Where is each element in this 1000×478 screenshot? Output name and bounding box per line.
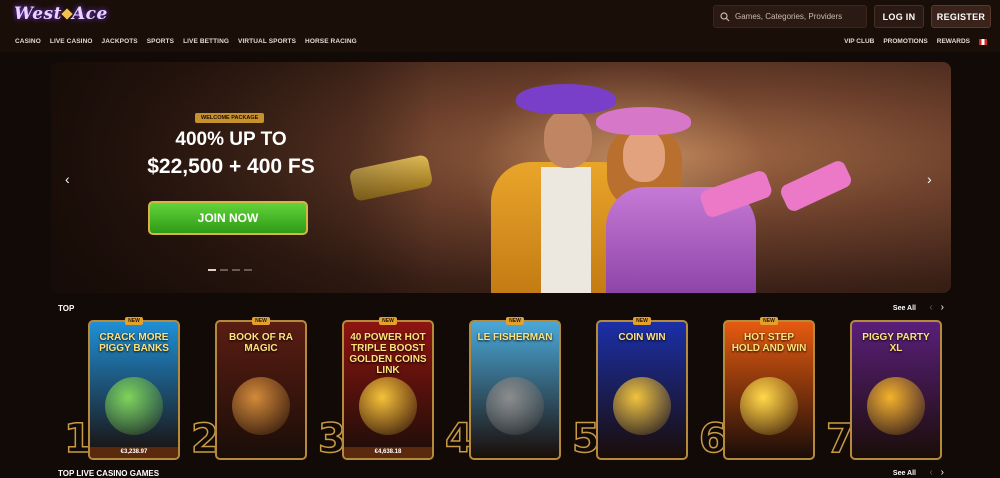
diamond-icon bbox=[61, 8, 73, 20]
chevron-left-icon[interactable]: ‹ bbox=[929, 467, 932, 478]
top-games-row: 1 CRACK MORE PIGGY BANKS €3,238.97 NEW 2 BOOK… bbox=[0, 317, 1000, 464]
nav-live-betting[interactable]: LIVE BETTING bbox=[183, 38, 229, 45]
top-bar: WestAce LOG IN REGISTER CASINO LIVE CASI… bbox=[0, 0, 1000, 52]
carousel-dot[interactable] bbox=[220, 269, 228, 271]
carousel-dot[interactable] bbox=[232, 269, 240, 271]
hero-headline: 400% UP TO bbox=[175, 129, 287, 150]
carousel-dot[interactable] bbox=[208, 269, 216, 271]
game-art bbox=[867, 377, 925, 435]
nav-jackpots[interactable]: JACKPOTS bbox=[102, 38, 138, 45]
welcome-badge: WELCOME PACKAGE bbox=[195, 113, 265, 123]
chevron-left-icon[interactable]: ‹ bbox=[929, 302, 932, 313]
new-badge: NEW bbox=[252, 317, 270, 325]
pink-gun-illustration bbox=[778, 158, 854, 214]
jackpot-amount: €4,638.18 bbox=[344, 447, 432, 458]
chevron-right-icon[interactable]: › bbox=[927, 171, 932, 187]
cowgirl-hat-illustration bbox=[596, 107, 691, 135]
cowboy-hat-illustration bbox=[516, 84, 616, 114]
search-icon bbox=[720, 11, 730, 21]
nav-rewards[interactable]: REWARDS bbox=[937, 38, 970, 45]
secondary-nav: VIP CLUB PROMOTIONS REWARDS bbox=[844, 38, 987, 45]
chevron-right-icon[interactable]: › bbox=[941, 467, 944, 478]
section-title-top: TOP bbox=[58, 304, 75, 313]
new-badge: NEW bbox=[506, 317, 524, 325]
search-input[interactable] bbox=[735, 12, 865, 21]
join-now-button[interactable]: JOIN NOW bbox=[148, 201, 308, 235]
hero-banner[interactable]: WELCOME PACKAGE 400% UP TO $22,500 + 400… bbox=[51, 62, 951, 293]
register-button[interactable]: REGISTER bbox=[931, 5, 991, 28]
game-tile[interactable]: PIGGY PARTY XL bbox=[850, 320, 942, 460]
nav-casino[interactable]: CASINO bbox=[15, 38, 41, 45]
section-pager: ‹ › bbox=[929, 467, 944, 478]
new-badge: NEW bbox=[760, 317, 778, 325]
carousel-dot[interactable] bbox=[244, 269, 252, 271]
site-logo[interactable]: West Ace bbox=[14, 4, 108, 24]
game-title: PIGGY PARTY XL bbox=[862, 332, 930, 354]
game-title: HOT STEP HOLD AND WIN bbox=[731, 332, 807, 354]
cowgirl-face-illustration bbox=[623, 130, 665, 182]
nav-sports[interactable]: SPORTS bbox=[147, 38, 174, 45]
game-tile[interactable]: COIN WIN bbox=[596, 320, 688, 460]
new-badge: NEW bbox=[379, 317, 397, 325]
cowboy-shirt-illustration bbox=[541, 167, 591, 293]
section-pager: ‹ › bbox=[929, 302, 944, 313]
game-title: CRACK MORE PIGGY BANKS bbox=[99, 332, 169, 354]
carousel-dots bbox=[208, 269, 252, 271]
nav-virtual-sports[interactable]: VIRTUAL SPORTS bbox=[238, 38, 296, 45]
new-badge: NEW bbox=[633, 317, 651, 325]
game-art bbox=[359, 377, 417, 435]
cowboy-face-illustration bbox=[544, 110, 592, 168]
game-tile[interactable]: HOT STEP HOLD AND WIN bbox=[723, 320, 815, 460]
nav-horse-racing[interactable]: HORSE RACING bbox=[305, 38, 357, 45]
canada-flag-icon[interactable] bbox=[979, 38, 987, 45]
game-tile[interactable]: BOOK OF RA MAGIC bbox=[215, 320, 307, 460]
see-all-link[interactable]: See All bbox=[893, 470, 916, 477]
main-nav: CASINO LIVE CASINO JACKPOTS SPORTS LIVE … bbox=[15, 38, 357, 45]
game-title: BOOK OF RA MAGIC bbox=[229, 332, 293, 354]
chevron-right-icon[interactable]: › bbox=[941, 302, 944, 313]
game-art bbox=[613, 377, 671, 435]
game-art bbox=[105, 377, 163, 435]
game-title: 40 POWER HOT TRIPLE BOOST GOLDEN COINS L… bbox=[349, 332, 427, 376]
see-all-link[interactable]: See All bbox=[893, 305, 916, 312]
game-tile[interactable]: LE FISHERMAN bbox=[469, 320, 561, 460]
nav-vip-club[interactable]: VIP CLUB bbox=[844, 38, 874, 45]
nav-promotions[interactable]: PROMOTIONS bbox=[883, 38, 927, 45]
game-art bbox=[232, 377, 290, 435]
hero-subheadline: $22,500 + 400 FS bbox=[147, 155, 315, 178]
jackpot-amount: €3,238.97 bbox=[90, 447, 178, 458]
search-box[interactable] bbox=[713, 5, 867, 28]
game-title: COIN WIN bbox=[618, 332, 666, 343]
login-button[interactable]: LOG IN bbox=[874, 5, 924, 28]
game-title: LE FISHERMAN bbox=[477, 332, 553, 343]
game-tile[interactable]: 40 POWER HOT TRIPLE BOOST GOLDEN COINS L… bbox=[342, 320, 434, 460]
section-title-live: TOP LIVE CASINO GAMES bbox=[58, 469, 160, 478]
game-art bbox=[486, 377, 544, 435]
nav-live-casino[interactable]: LIVE CASINO bbox=[50, 38, 93, 45]
new-badge: NEW bbox=[125, 317, 143, 325]
game-tile[interactable]: CRACK MORE PIGGY BANKS €3,238.97 bbox=[88, 320, 180, 460]
game-art bbox=[740, 377, 798, 435]
chevron-left-icon[interactable]: ‹ bbox=[65, 171, 70, 187]
